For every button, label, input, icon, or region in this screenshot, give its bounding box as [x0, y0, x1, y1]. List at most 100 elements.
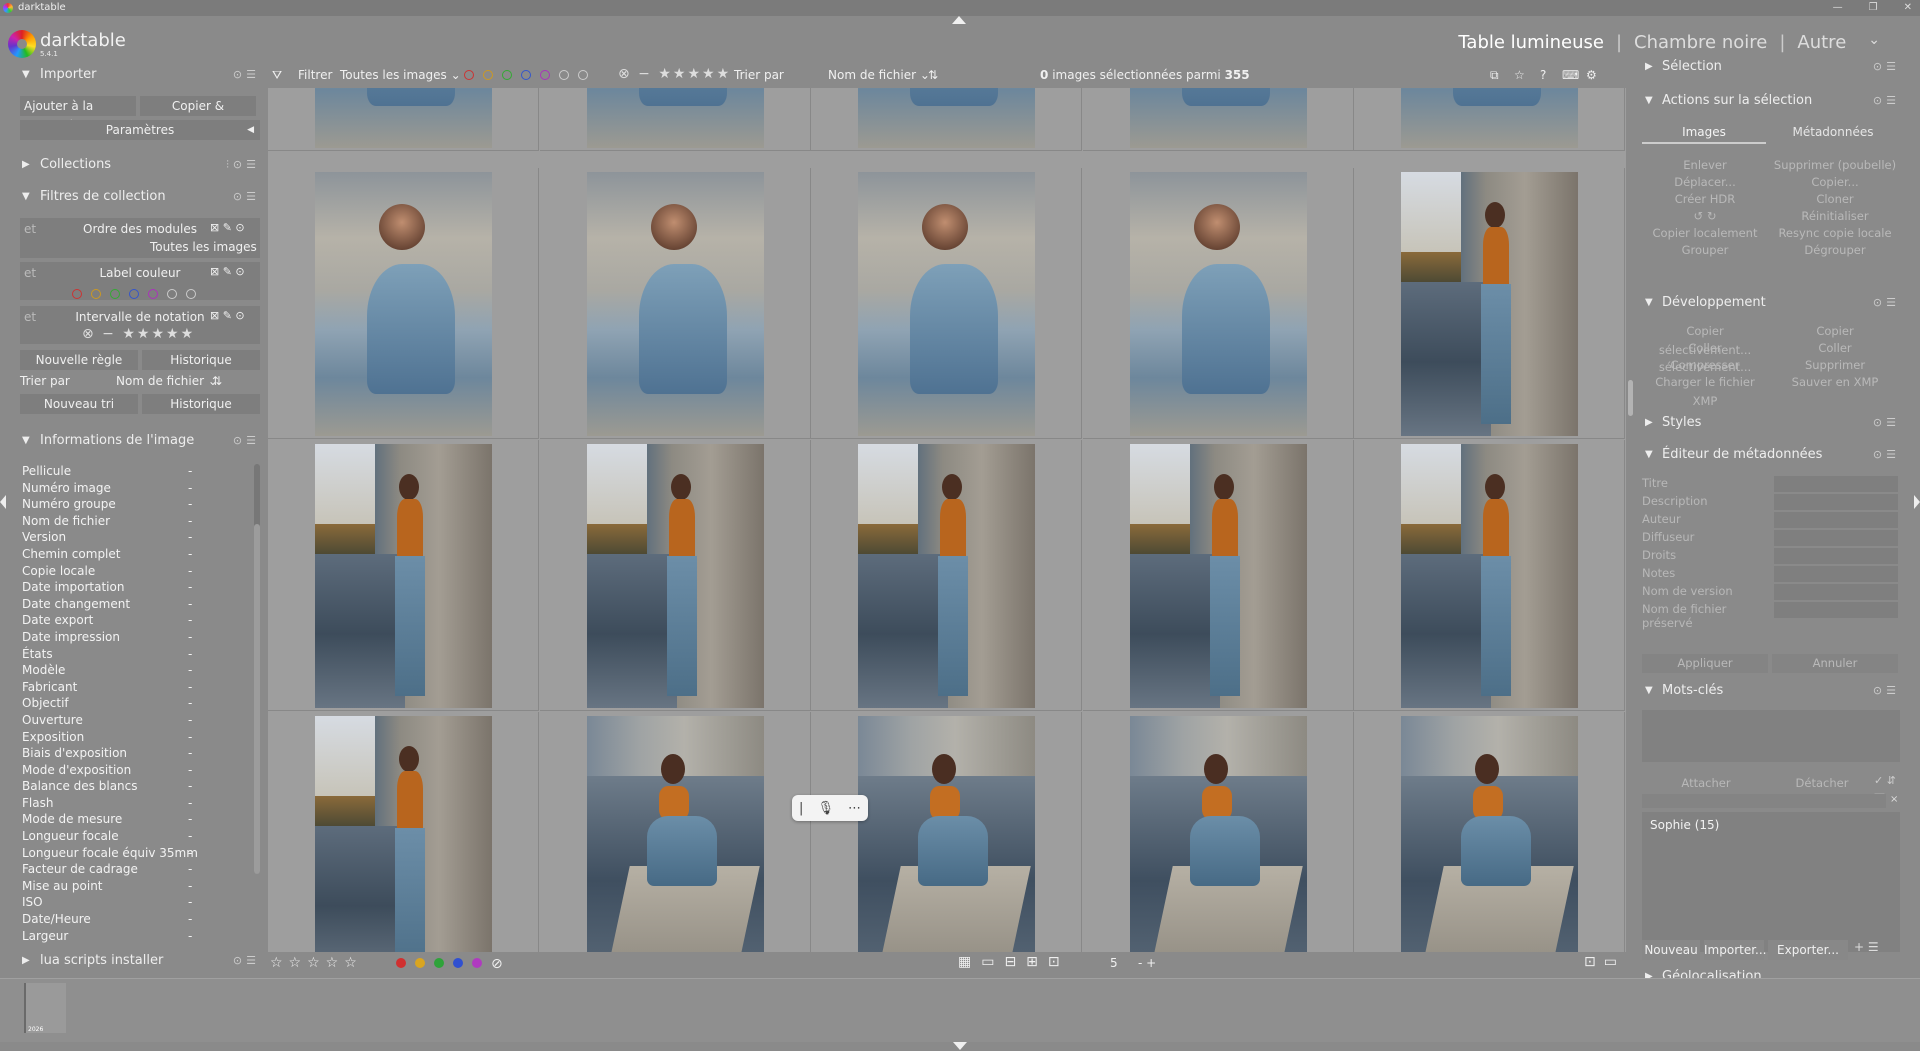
thumbnail-cell[interactable] — [811, 88, 1083, 151]
collapse-top-arrow-icon[interactable] — [952, 16, 966, 24]
module-metadata-header[interactable]: ▼ Éditeur de métadonnées ⊙☰ — [1636, 444, 1904, 466]
thumbnail-cell[interactable] — [1082, 168, 1354, 439]
filter-select[interactable]: Toutes les images ⌄ — [340, 68, 461, 82]
module-keywords-header[interactable]: ▼ Mots-clés ⊙☰ — [1636, 680, 1904, 702]
attached-keywords-box[interactable] — [1642, 710, 1900, 762]
rule-actions-icons[interactable]: ⊠ ✎ ⊙ — [210, 221, 245, 234]
rating-filter-stars-icon[interactable]: ⊗ − ★★★★★ — [618, 66, 731, 82]
filmstrip-thumb[interactable]: 2026 — [24, 983, 66, 1033]
settings-gear-icon[interactable]: ⚙ — [1586, 68, 1597, 82]
collapse-right-arrow-icon[interactable] — [1914, 495, 1920, 509]
reset-preset-icons[interactable]: ⊙☰ — [233, 64, 260, 86]
thumbnail-cell[interactable] — [268, 712, 539, 952]
purple-label-icon[interactable] — [148, 289, 158, 299]
layout-mode-icons[interactable]: ▦▭⊟⊞⊡ — [958, 954, 1070, 970]
yellow-color-icon[interactable] — [415, 958, 425, 968]
thumbnail-image[interactable] — [1129, 172, 1307, 436]
new-rule-button[interactable]: Nouvelle règle — [20, 350, 138, 370]
clear-icon[interactable]: × — [1890, 794, 1898, 805]
thumbnail-cell[interactable] — [268, 88, 539, 151]
thumbnail-image[interactable] — [586, 716, 764, 952]
thumbnail-image[interactable] — [315, 172, 492, 436]
reset-preset-icons[interactable]: ⊙☰ — [1873, 90, 1900, 112]
thumbnail-image[interactable] — [858, 172, 1036, 436]
toggle-label-icon[interactable] — [186, 289, 196, 299]
copy-import-button[interactable]: Copier & importer... — [140, 96, 256, 133]
thumbnail-cell[interactable] — [1354, 88, 1626, 151]
metadata-field-input[interactable] — [1774, 494, 1898, 510]
keyword-tree[interactable]: Sophie (15) — [1642, 812, 1900, 952]
view-darkroom[interactable]: Chambre noire — [1634, 32, 1767, 53]
green-label-icon[interactable] — [110, 289, 120, 299]
metadata-field-input[interactable] — [1774, 602, 1898, 618]
thumbnail-cell[interactable] — [811, 712, 1083, 952]
thumbnail-image[interactable] — [858, 88, 1036, 148]
module-collections-header[interactable]: ▶ Collections ⫶⊙☰ — [12, 154, 264, 176]
new-sort-button[interactable]: Nouveau tri — [20, 394, 138, 414]
blue-label-icon[interactable] — [129, 289, 139, 299]
reset-preset-icons[interactable]: ⊙☰ — [1873, 680, 1900, 702]
metadata-field-input[interactable] — [1774, 584, 1898, 600]
add-preset-icons[interactable]: + ☰ — [1854, 940, 1879, 954]
thumbnail-image[interactable] — [586, 172, 764, 436]
thumbnail-cell[interactable] — [811, 440, 1083, 711]
tab-metadata[interactable]: Métadonnées — [1770, 122, 1896, 144]
rule-actions-icons[interactable]: ⊠ ✎ ⊙ — [210, 265, 245, 278]
keyboard-icon[interactable]: ⌨ — [1562, 68, 1579, 82]
reset-preset-icons[interactable]: ⊙☰ — [233, 430, 260, 452]
module-import-header[interactable]: ▼ Importer ⊙☰ — [12, 64, 264, 86]
zoom-value[interactable]: 5 — [1110, 956, 1118, 970]
sort-by-select[interactable]: Nom de fichier ⌄ — [116, 374, 218, 388]
thumbnail-cell[interactable] — [1354, 440, 1626, 711]
metadata-field-input[interactable] — [1774, 548, 1898, 564]
reset-preset-icons[interactable]: ⊙☰ — [233, 186, 260, 208]
thumbnail-image[interactable] — [1129, 444, 1307, 708]
filter-funnel-icon[interactable]: ⛛ — [272, 68, 282, 83]
metadata-field-input[interactable] — [1774, 512, 1898, 528]
thumbnail-image[interactable] — [1401, 172, 1579, 436]
thumbnail-image[interactable] — [1401, 444, 1579, 708]
filmstrip[interactable]: 2026 — [0, 978, 1920, 1042]
module-lua-header[interactable]: ▶ lua scripts installer ⊙☰ — [12, 950, 264, 972]
reset-preset-icons[interactable]: ⫶⊙☰ — [226, 154, 260, 176]
module-dev-header[interactable]: ▼ Développement ⊙☰ — [1636, 292, 1904, 314]
thumbnail-cell[interactable] — [268, 168, 539, 439]
green-color-icon[interactable] — [434, 958, 444, 968]
thumbnail-image[interactable] — [1129, 88, 1307, 148]
metadata-field-input[interactable] — [1774, 476, 1898, 492]
blue-color-icon[interactable] — [453, 958, 463, 968]
thumbnail-cell[interactable] — [1354, 712, 1626, 952]
thumbnail-cell[interactable] — [539, 168, 811, 439]
action-button[interactable]: Dégrouper — [1772, 241, 1898, 260]
thumbnail-image[interactable] — [586, 88, 764, 148]
module-styles-header[interactable]: ▶ Styles ⊙☰ — [1636, 412, 1904, 434]
cancel-button[interactable]: Annuler — [1772, 654, 1898, 673]
thumbnail-image[interactable] — [1129, 716, 1307, 952]
color-filter-toggles[interactable] — [464, 69, 597, 83]
apply-button[interactable]: Appliquer — [1642, 654, 1768, 673]
sort-order-icon[interactable]: ⇅ — [212, 374, 222, 388]
reset-preset-icons[interactable]: ⊙☰ — [1873, 292, 1900, 314]
image-info-scrollbar[interactable] — [254, 464, 260, 874]
zoom-stepper[interactable]: - + — [1138, 956, 1156, 970]
dev-button[interactable]: Charger le fichier XMP — [1642, 373, 1768, 408]
keyword-item[interactable]: Sophie (15) — [1650, 818, 1719, 832]
thumbnail-cell[interactable] — [268, 440, 539, 711]
view-lighttable[interactable]: Table lumineuse — [1458, 32, 1604, 53]
red-label-icon[interactable] — [72, 289, 82, 299]
yellow-label-icon[interactable] — [91, 289, 101, 299]
module-selection-header[interactable]: ▶ Sélection ⊙☰ — [1636, 56, 1904, 78]
params-button[interactable]: Paramètres ◀ — [20, 120, 260, 140]
action-button[interactable]: Grouper — [1642, 241, 1768, 260]
sort-select[interactable]: Nom de fichier ⌄ — [828, 68, 930, 82]
rating-range-stars-icon[interactable]: ⊗ − ★★★★★ — [82, 326, 195, 342]
collapse-bottom-arrow-icon[interactable] — [953, 1042, 967, 1050]
attach-button[interactable]: Attacher — [1642, 776, 1770, 790]
color-label-toggles[interactable] — [72, 284, 205, 303]
module-image-info-header[interactable]: ▼ Informations de l'image ⊙☰ — [12, 430, 264, 452]
minimize-button[interactable]: — — [1833, 0, 1843, 16]
thumbnail-image[interactable] — [315, 444, 492, 708]
rule-actions-icons[interactable]: ⊠ ✎ ⊙ — [210, 309, 245, 322]
grid-scrollbar[interactable] — [1628, 90, 1634, 950]
new-keyword-button[interactable]: Nouveau — [1642, 940, 1700, 960]
